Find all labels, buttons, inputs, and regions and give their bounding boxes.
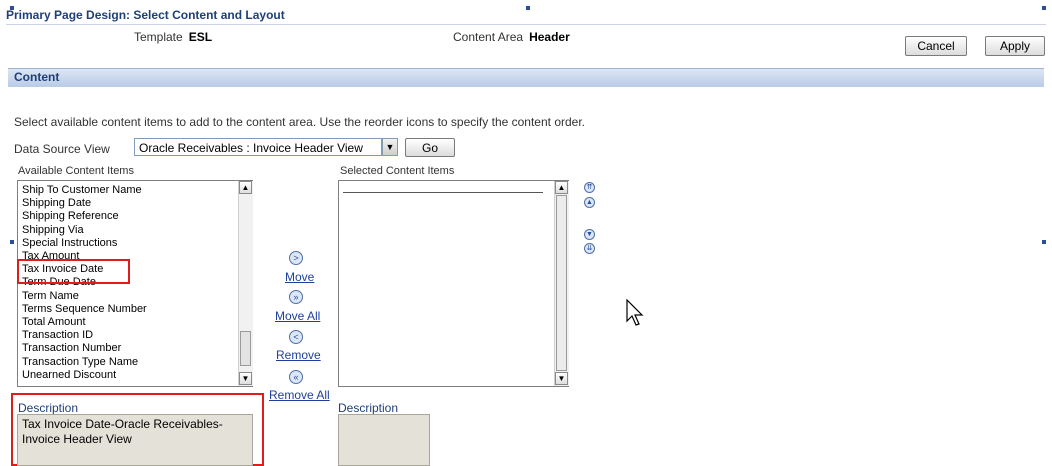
list-item[interactable]: Shipping Via <box>18 224 238 237</box>
mouse-pointer-icon <box>626 298 644 330</box>
available-items-label: Available Content Items <box>18 165 134 177</box>
go-button[interactable]: Go <box>405 138 455 157</box>
selected-items-label: Selected Content Items <box>340 165 455 177</box>
list-item[interactable]: Shipping Reference <box>18 210 238 223</box>
list-item[interactable]: Unearned Discount <box>18 369 238 382</box>
description-label: Description <box>18 401 79 415</box>
list-item[interactable]: Ship To Customer Name <box>18 184 238 197</box>
scroll-down-icon[interactable]: ▼ <box>555 372 568 385</box>
selection-handle <box>526 6 530 10</box>
list-item[interactable]: Special Instructions <box>18 237 238 250</box>
selected-description-box <box>338 414 430 466</box>
selected-description-label: Description <box>338 401 399 415</box>
scroll-up-icon[interactable]: ▲ <box>239 181 252 194</box>
selected-items-list[interactable]: ▲ ▼ <box>338 180 569 387</box>
available-list-scrollbar[interactable]: ▲ ▼ <box>238 181 253 386</box>
list-item[interactable]: Transaction Number <box>18 342 238 355</box>
scroll-up-icon[interactable]: ▲ <box>555 181 568 194</box>
list-item[interactable]: Term Name <box>18 290 238 303</box>
page-title: Primary Page Design: Select Content and … <box>6 8 285 22</box>
list-item[interactable]: Transaction ID <box>18 329 238 342</box>
template-value: ESL <box>188 30 213 44</box>
chevron-down-icon[interactable]: ▼ <box>382 138 398 156</box>
content-section-header <box>8 68 1044 87</box>
data-source-select[interactable]: Oracle Receivables : Invoice Header View <box>134 138 382 156</box>
apply-button[interactable]: Apply <box>985 36 1045 56</box>
list-item[interactable]: Shipping Date <box>18 197 238 210</box>
remove-all-left-icon[interactable]: « <box>289 370 303 384</box>
instruction-text: Select available content items to add to… <box>14 115 586 129</box>
move-top-icon[interactable]: ⇈ <box>584 182 595 193</box>
scrollbar-thumb[interactable] <box>240 331 251 366</box>
move-up-icon[interactable]: ▲ <box>584 197 595 208</box>
data-source-label: Data Source View <box>14 142 110 156</box>
description-box: Tax Invoice Date-Oracle Receivables-Invo… <box>17 414 253 466</box>
move-bottom-icon[interactable]: ⇊ <box>584 243 595 254</box>
selected-list-scrollbar[interactable]: ▲ ▼ <box>554 181 569 386</box>
title-divider <box>6 24 1046 25</box>
scroll-down-icon[interactable]: ▼ <box>239 372 252 385</box>
cancel-button[interactable]: Cancel <box>905 36 967 56</box>
list-separator <box>343 192 543 193</box>
content-area-field: Content Area Header <box>453 30 570 44</box>
list-item[interactable]: Transaction Type Name <box>18 356 238 369</box>
selection-handle <box>10 240 14 244</box>
move-all-right-icon[interactable]: » <box>289 290 303 304</box>
scrollbar-thumb[interactable] <box>556 195 567 371</box>
section-title: Content <box>14 70 60 84</box>
list-item[interactable]: Total Amount <box>18 316 238 329</box>
remove-link[interactable]: Remove <box>276 348 321 362</box>
move-link[interactable]: Move <box>285 270 314 284</box>
template-field: Template ESL <box>134 30 212 44</box>
move-right-icon[interactable]: > <box>289 251 303 265</box>
template-label: Template <box>134 30 183 44</box>
selection-handle <box>1042 240 1046 244</box>
move-all-link[interactable]: Move All <box>275 309 320 323</box>
remove-all-link[interactable]: Remove All <box>269 388 330 402</box>
highlight-box-selected-item <box>17 259 130 284</box>
list-item[interactable]: Terms Sequence Number <box>18 303 238 316</box>
selection-handle <box>1042 6 1046 10</box>
remove-left-icon[interactable]: < <box>289 330 303 344</box>
content-area-label: Content Area <box>453 30 524 44</box>
content-area-value: Header <box>529 30 570 44</box>
move-down-icon[interactable]: ▼ <box>584 229 595 240</box>
